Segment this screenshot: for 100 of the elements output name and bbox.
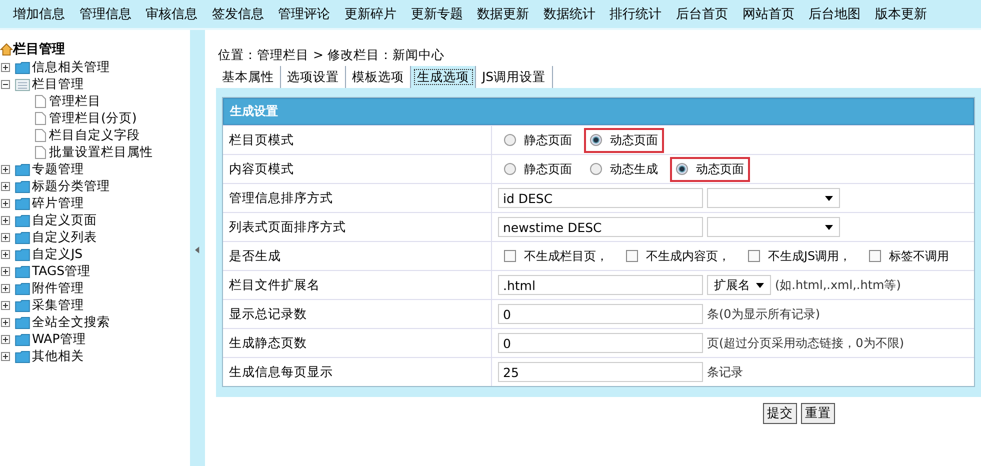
folder-icon: [15, 300, 30, 312]
hint-text: 条记录: [707, 364, 743, 380]
nav-link[interactable]: 后台首页: [676, 5, 742, 23]
dropdown-caret-icon: [825, 196, 833, 200]
expand-icon[interactable]: [1, 335, 10, 344]
dropdown-caret-icon: [825, 224, 833, 230]
home-icon: [0, 42, 13, 56]
nav-link[interactable]: 增加信息: [13, 5, 80, 23]
tree-item[interactable]: 自定义JS: [32, 246, 83, 263]
expand-icon[interactable]: [1, 318, 10, 327]
folder-icon: [15, 180, 30, 192]
nav-link[interactable]: 数据统计: [543, 5, 610, 23]
field-label: 栏目页模式: [223, 126, 492, 154]
tree-item[interactable]: 其他相关: [32, 348, 84, 365]
hint-text: 条(0为显示所有记录): [707, 306, 820, 322]
tree-item[interactable]: 信息相关管理: [32, 59, 110, 76]
nav-link[interactable]: 排行统计: [610, 5, 676, 23]
text-field[interactable]: 0: [498, 333, 703, 353]
tree-item[interactable]: 管理栏目(分页): [49, 110, 137, 127]
tree-item[interactable]: 采集管理: [32, 297, 84, 314]
radio-option[interactable]: 动态页面: [584, 128, 664, 152]
field-label: 管理信息排序方式: [223, 184, 492, 212]
folder-icon: [15, 350, 30, 362]
nav-link[interactable]: 更新专题: [410, 5, 478, 23]
folder-icon: [15, 266, 30, 278]
tree-item[interactable]: 碎片管理: [32, 195, 84, 212]
expand-icon[interactable]: [1, 216, 10, 225]
form-button[interactable]: 重置: [801, 403, 835, 424]
checkbox-option[interactable]: 不生成栏目页，: [498, 244, 614, 268]
radio-option[interactable]: 静态页面: [498, 156, 578, 182]
collapse-arrow-icon[interactable]: [195, 246, 200, 254]
checkbox-option[interactable]: 不生成内容页，: [620, 244, 736, 268]
radio-option[interactable]: 动态生成: [584, 156, 664, 182]
form-button[interactable]: 提交: [763, 403, 797, 424]
tree-title: 栏目管理: [13, 41, 65, 58]
folder-icon: [15, 164, 30, 176]
nav-link[interactable]: 审核信息: [146, 5, 212, 23]
tab[interactable]: 生成选项: [411, 66, 476, 88]
nav-link[interactable]: 管理信息: [79, 5, 146, 23]
nav-link[interactable]: 管理评论: [278, 5, 344, 23]
tree-item[interactable]: 批量设置栏目属性: [49, 144, 153, 161]
tree-item[interactable]: TAGS管理: [32, 263, 91, 280]
nav-link[interactable]: 版本更新: [874, 5, 942, 23]
document-icon: [35, 112, 46, 125]
expand-icon[interactable]: [1, 284, 10, 293]
expand-icon[interactable]: [1, 250, 10, 259]
folder-icon: [15, 198, 30, 210]
folder-icon: [15, 62, 30, 74]
radio-option[interactable]: 静态页面: [498, 128, 578, 152]
text-field[interactable]: .html: [498, 275, 703, 295]
breadcrumb: 位置：管理栏目 > 修改栏目：新闻中心: [218, 46, 446, 64]
tree-item[interactable]: 全站全文搜索: [32, 314, 110, 331]
expand-icon[interactable]: [1, 165, 10, 174]
expand-icon[interactable]: [1, 301, 10, 310]
nav-link[interactable]: 后台地图: [808, 5, 875, 23]
expand-icon[interactable]: [1, 199, 10, 208]
folder-icon: [15, 248, 30, 260]
document-icon: [35, 95, 46, 108]
tree-item[interactable]: WAP管理: [32, 331, 86, 348]
tree-item[interactable]: 管理栏目: [49, 93, 101, 110]
tree-item[interactable]: 自定义列表: [32, 229, 97, 246]
checkbox-option[interactable]: 不生成JS调用，: [742, 244, 858, 268]
field-label: 列表式页面排序方式: [223, 213, 492, 241]
folder-icon: [15, 334, 30, 346]
radio-option[interactable]: 动态页面: [670, 156, 750, 182]
nav-link[interactable]: 网站首页: [742, 5, 809, 23]
expand-icon[interactable]: [1, 267, 10, 276]
expand-icon[interactable]: [1, 182, 10, 191]
nav-link[interactable]: 更新碎片: [344, 5, 411, 23]
collapse-icon[interactable]: [1, 80, 10, 89]
hint-text: 页(超过分页采用动态链接，0为不限): [707, 334, 904, 352]
dropdown-caret-icon: [756, 282, 764, 288]
field-label: 栏目文件扩展名: [223, 271, 492, 299]
tree-item[interactable]: 标题分类管理: [32, 178, 110, 195]
field-label: 生成信息每页显示: [223, 358, 492, 386]
text-field[interactable]: 25: [498, 362, 703, 382]
field-label: 生成静态页数: [223, 329, 492, 357]
text-field[interactable]: id DESC: [498, 188, 703, 208]
expand-icon[interactable]: [1, 233, 10, 242]
nav-link[interactable]: 数据更新: [477, 5, 544, 23]
tree-item[interactable]: 栏目管理: [32, 76, 84, 93]
tree-item[interactable]: 专题管理: [32, 161, 84, 178]
list-folder-icon: [15, 78, 30, 90]
nav-link[interactable]: 签发信息: [212, 5, 278, 23]
field-label: 是否生成: [223, 242, 492, 270]
folder-icon: [15, 214, 30, 226]
tree-item[interactable]: 自定义页面: [32, 212, 97, 229]
document-icon: [35, 129, 46, 142]
dropdown[interactable]: 扩展名: [707, 275, 771, 295]
field-label: 内容页模式: [223, 155, 492, 183]
hint-text: (如.html,.xml,.htm等): [775, 276, 901, 294]
folder-icon: [15, 232, 30, 244]
text-field[interactable]: newstime DESC: [498, 217, 703, 237]
text-field[interactable]: 0: [498, 304, 703, 324]
expand-icon[interactable]: [1, 352, 10, 361]
checkbox-option[interactable]: 标签不调用: [863, 244, 956, 268]
expand-icon[interactable]: [1, 63, 10, 72]
tree-item[interactable]: 附件管理: [32, 280, 84, 297]
folder-icon: [15, 316, 30, 328]
tree-item[interactable]: 栏目自定义字段: [49, 127, 140, 144]
